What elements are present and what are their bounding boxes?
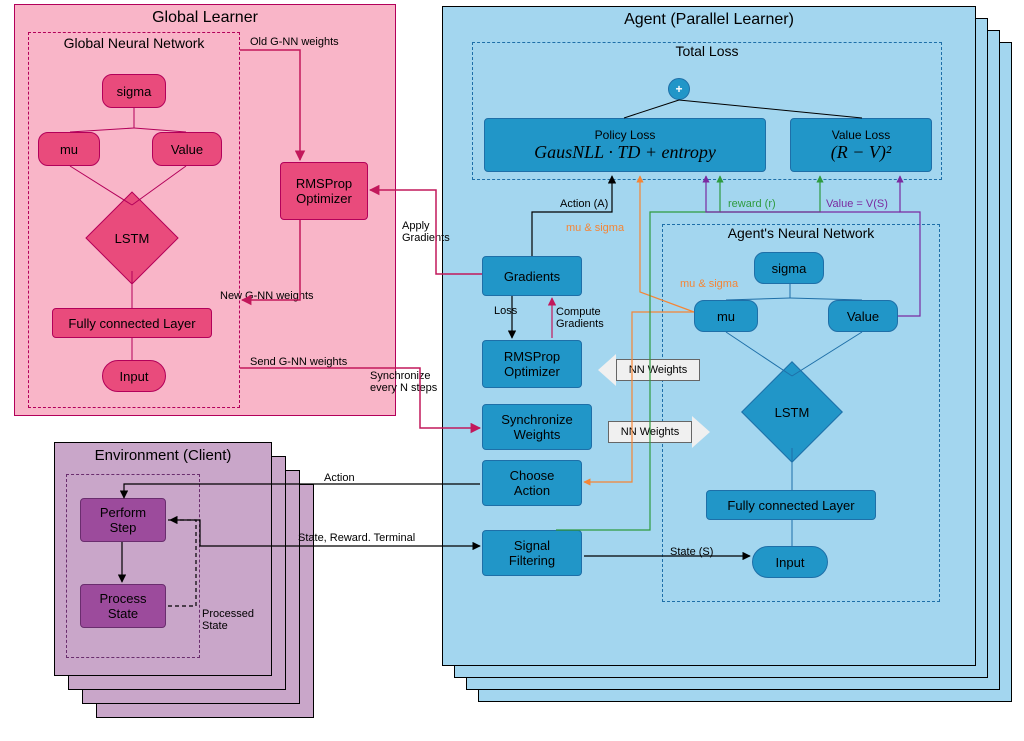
agent-mu-label: mu	[717, 309, 735, 324]
state-s-label: State (S)	[670, 546, 713, 558]
global-learner-title: Global Learner	[15, 5, 395, 27]
perform-step-box: Perform Step	[80, 498, 166, 542]
reward-label: reward (r)	[728, 198, 776, 210]
value-loss-formula: (R − V)²	[831, 142, 892, 163]
plus-icon: +	[668, 78, 690, 100]
nn-weights-left-label: NN Weights	[616, 359, 700, 381]
global-nn-title: Global Neural Network	[29, 33, 239, 51]
policy-loss-box: Policy Loss GausNLL · TD + entropy	[484, 118, 766, 172]
agent-optimizer-box: RMSProp Optimizer	[482, 340, 582, 388]
agent-mu-node: mu	[694, 300, 758, 332]
global-lstm-node: LSTM	[99, 205, 165, 271]
policy-loss-formula: GausNLL · TD + entropy	[534, 142, 716, 163]
processed-state-label: Processed State	[202, 608, 254, 632]
nn-weights-arrow-left: NN Weights	[598, 354, 700, 386]
agent-fc-label: Fully connected Layer	[727, 498, 854, 513]
agent-fc-node: Fully connected Layer	[706, 490, 876, 520]
agent-nn-title: Agent's Neural Network	[663, 225, 939, 241]
global-value-label: Value	[171, 142, 203, 157]
nn-weights-right-label: NN Weights	[608, 421, 692, 443]
agent-sigma-label: sigma	[772, 261, 807, 276]
value-eq-label: Value = V(S)	[826, 198, 888, 210]
value-loss-box: Value Loss (R − V)²	[790, 118, 932, 172]
signal-filtering-box: Signal Filtering	[482, 530, 582, 576]
env-action-label: Action	[324, 472, 355, 484]
process-state-label: Process State	[100, 591, 147, 621]
value-loss-title: Value Loss	[832, 128, 890, 142]
agent-value-node: Value	[828, 300, 898, 332]
global-sigma-node: sigma	[102, 74, 166, 108]
loss-label: Loss	[494, 305, 517, 317]
global-input-label: Input	[120, 369, 149, 384]
new-weights-label: New G-NN weights	[220, 290, 314, 302]
total-loss-title: Total Loss	[473, 43, 941, 59]
sync-weights-label: Synchronize Weights	[501, 412, 573, 442]
env-srt-label: State, Reward. Terminal	[298, 532, 415, 544]
agent-value-label: Value	[847, 309, 879, 324]
mu-sigma-label-2: mu & sigma	[680, 278, 738, 290]
choose-action-box: Choose Action	[482, 460, 582, 506]
nn-weights-arrow-right: NN Weights	[608, 416, 710, 448]
compute-grad-label: Compute Gradients	[556, 306, 604, 330]
policy-loss-title: Policy Loss	[595, 128, 656, 142]
agent-title: Agent (Parallel Learner)	[443, 7, 975, 29]
global-fc-label: Fully connected Layer	[68, 316, 195, 331]
gradients-box: Gradients	[482, 256, 582, 296]
gradients-label: Gradients	[504, 269, 560, 284]
global-value-node: Value	[152, 132, 222, 166]
agent-lstm-label: LSTM	[775, 405, 810, 420]
agent-lstm-node: LSTM	[756, 376, 828, 448]
sync-weights-box: Synchronize Weights	[482, 404, 592, 450]
agent-sigma-node: sigma	[754, 252, 824, 284]
apply-gradients-label: Apply Gradients	[402, 220, 450, 244]
sync-every-label: Synchronize every N steps	[370, 370, 437, 394]
send-weights-label: Send G-NN weights	[250, 356, 347, 368]
env-title: Environment (Client)	[55, 443, 271, 464]
global-sigma-label: sigma	[117, 84, 152, 99]
old-weights-label: Old G-NN weights	[250, 36, 339, 48]
agent-input-node: Input	[752, 546, 828, 578]
global-optimizer-label: RMSProp Optimizer	[296, 176, 352, 206]
agent-optimizer-label: RMSProp Optimizer	[504, 349, 560, 379]
global-mu-label: mu	[60, 142, 78, 157]
global-mu-node: mu	[38, 132, 100, 166]
process-state-box: Process State	[80, 584, 166, 628]
action-a-label: Action (A)	[560, 198, 608, 210]
global-lstm-label: LSTM	[115, 231, 150, 246]
global-fc-node: Fully connected Layer	[52, 308, 212, 338]
global-input-node: Input	[102, 360, 166, 392]
signal-filtering-label: Signal Filtering	[509, 538, 555, 568]
agent-input-label: Input	[776, 555, 805, 570]
choose-action-label: Choose Action	[510, 468, 555, 498]
global-optimizer-node: RMSProp Optimizer	[280, 162, 368, 220]
perform-step-label: Perform Step	[100, 505, 146, 535]
mu-sigma-label-1: mu & sigma	[566, 222, 624, 234]
